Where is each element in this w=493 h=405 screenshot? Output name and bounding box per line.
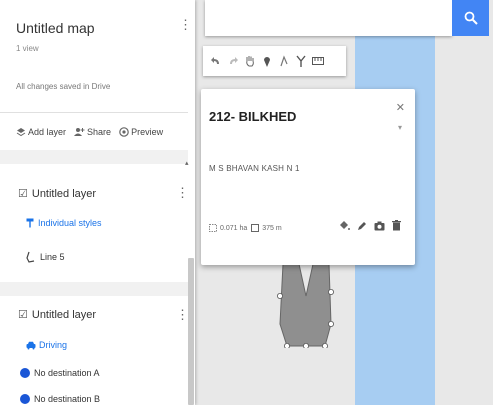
save-status: All changes saved in Drive: [16, 82, 111, 91]
list-item[interactable]: Line 5: [26, 251, 65, 263]
draw-line-icon: [279, 55, 288, 67]
preview-button[interactable]: Preview: [119, 127, 163, 137]
add-layer-icon: [16, 128, 26, 137]
collapse-panel-icon[interactable]: ▴: [185, 160, 189, 167]
share-label: Share: [87, 127, 112, 137]
layer-title[interactable]: Untitled layer: [32, 188, 96, 200]
measure-button[interactable]: [309, 50, 326, 72]
section-separator: [0, 282, 188, 296]
redo-button[interactable]: [224, 50, 241, 72]
map-title[interactable]: Untitled map: [16, 20, 95, 36]
paint-roller-icon: [26, 218, 34, 228]
hand-icon: [245, 56, 254, 67]
list-item-label: Line 5: [40, 252, 65, 262]
preview-icon: [119, 127, 129, 137]
line-icon: [26, 251, 35, 263]
route-icon: [295, 55, 306, 67]
layer-style-label: Individual styles: [38, 218, 102, 228]
add-layer-button[interactable]: Add layer: [16, 127, 66, 137]
map-actions: Add layer Share Preview: [16, 127, 163, 137]
redo-icon: [229, 57, 238, 64]
layer-title[interactable]: Untitled layer: [32, 309, 96, 321]
list-item[interactable]: No destination A: [20, 368, 100, 378]
list-item-label: No destination A: [34, 368, 100, 378]
perimeter-value: 375 m: [262, 224, 282, 232]
add-directions-button[interactable]: [292, 50, 309, 72]
layer-options-icon[interactable]: ⋮: [176, 186, 189, 199]
pencil-icon[interactable]: [357, 221, 367, 231]
area-value: 0.071 ha: [220, 224, 248, 232]
share-button[interactable]: Share: [74, 127, 111, 137]
ruler-icon: [311, 57, 324, 65]
feature-info-card: 212- BILKHED ✕ ▾ M S BHAVAN KASH N 1 0.0…: [201, 89, 415, 265]
selected-polygon[interactable]: [275, 262, 337, 348]
close-icon[interactable]: ✕: [396, 101, 405, 114]
map-toolbar: [203, 46, 346, 76]
add-marker-button[interactable]: [258, 50, 275, 72]
feature-measurements: 0.071 ha 375 m: [209, 224, 282, 232]
route-mode-link[interactable]: Driving: [26, 340, 67, 350]
list-item-label: No destination B: [34, 394, 101, 404]
area-icon: [209, 224, 217, 232]
feature-description[interactable]: M S BHAVAN KASH N 1: [209, 164, 300, 173]
list-item[interactable]: No destination B: [20, 394, 100, 404]
destination-a-icon: [20, 368, 30, 378]
undo-button[interactable]: [207, 50, 224, 72]
feature-title[interactable]: 212- BILKHED: [209, 109, 296, 124]
preview-label: Preview: [131, 127, 164, 137]
trash-icon[interactable]: [392, 220, 401, 231]
map-options-icon[interactable]: ⋮: [179, 18, 192, 31]
camera-icon[interactable]: [374, 221, 385, 231]
map-sidebar: Untitled map ⋮ 1 view All changes saved …: [0, 0, 195, 405]
chevron-down-icon[interactable]: ▾: [398, 123, 402, 132]
view-count: 1 view: [16, 44, 39, 53]
panel-scrollbar[interactable]: [188, 258, 194, 405]
route-mode-label: Driving: [39, 340, 68, 350]
search-input[interactable]: [205, 0, 452, 36]
checkbox-checked-icon[interactable]: ☑: [18, 308, 28, 321]
layer-header[interactable]: ☑ Untitled layer: [18, 308, 96, 322]
destination-b-icon: [20, 394, 30, 404]
card-actions: [339, 220, 401, 231]
divider: [0, 112, 188, 113]
add-layer-label: Add layer: [28, 127, 67, 137]
layer-header[interactable]: ☑ Untitled layer: [18, 187, 96, 201]
perimeter-icon: [251, 224, 260, 232]
share-person-icon: [74, 128, 85, 136]
search-button[interactable]: [452, 0, 489, 36]
checkbox-checked-icon[interactable]: ☑: [18, 187, 28, 200]
layer-style-link[interactable]: Individual styles: [26, 218, 102, 228]
section-separator: [0, 150, 188, 164]
paint-bucket-icon[interactable]: [339, 220, 350, 231]
car-icon: [26, 341, 36, 349]
draw-line-button[interactable]: [275, 50, 292, 72]
marker-icon: [263, 57, 270, 67]
search-icon: [464, 11, 478, 25]
select-items-button[interactable]: [241, 50, 258, 72]
undo-icon: [210, 57, 219, 64]
